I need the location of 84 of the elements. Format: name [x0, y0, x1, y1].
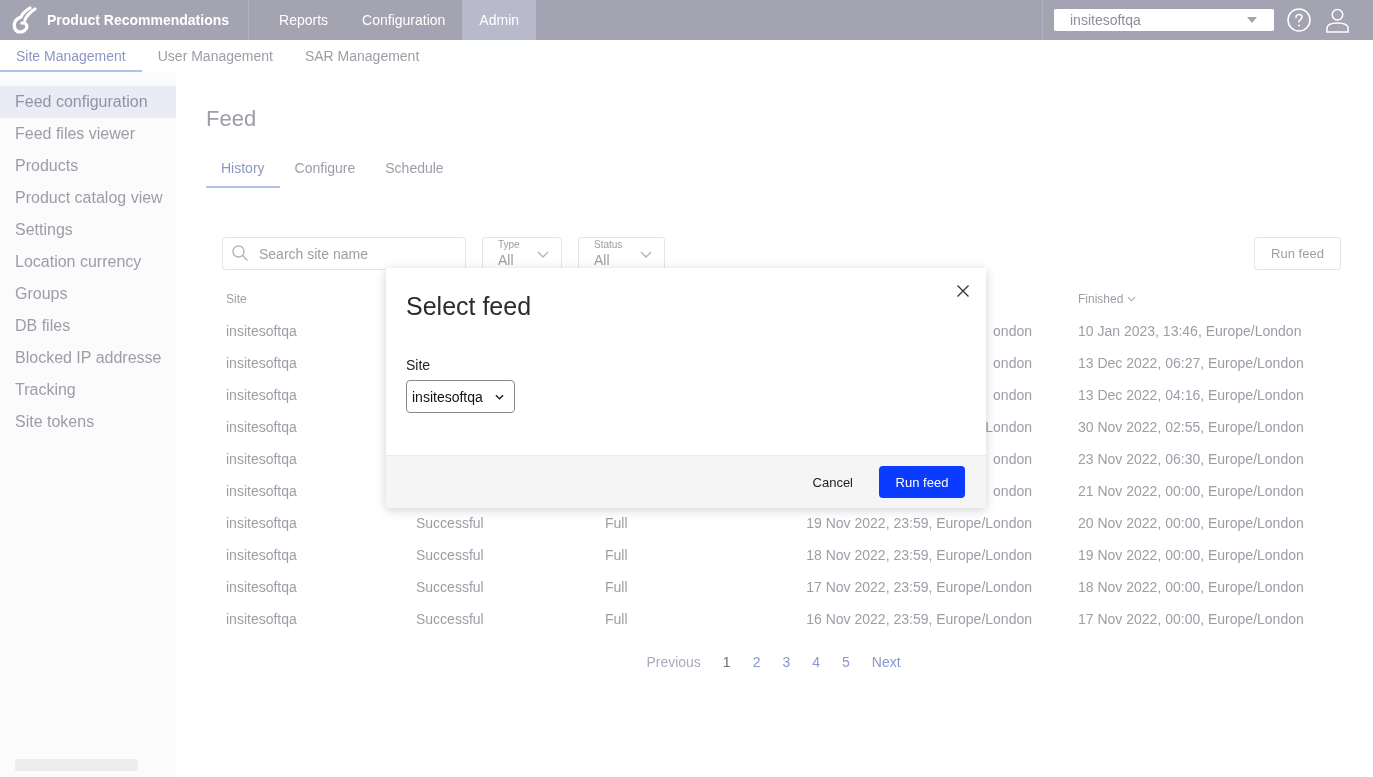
chevron-icon [640, 251, 652, 258]
table-cell: 19 Nov 2022, 00:00, Europe/London [1078, 547, 1304, 563]
cancel-button[interactable]: Cancel [800, 466, 865, 498]
table-cell: Full [605, 579, 628, 595]
sidebar-item[interactable]: Site tokens [0, 406, 176, 438]
table-cell: insitesoftqa [226, 579, 297, 595]
table-cell: ondon [993, 323, 1032, 339]
table-cell: insitesoftqa [226, 515, 297, 531]
table-cell: insitesoftqa [226, 611, 297, 627]
nav-tab[interactable]: Admin [462, 0, 537, 40]
table-cell: 13 Dec 2022, 06:27, Europe/London [1078, 355, 1304, 371]
field-label: Site [406, 356, 431, 375]
tab[interactable]: Schedule [370, 150, 459, 188]
page-link[interactable]: 2 [741, 649, 772, 675]
app-title: Product Recommendations [47, 12, 230, 28]
table-cell: 19 Nov 2022, 23:59, Europe/London [806, 515, 1032, 531]
run-feed-button[interactable]: Run feed [1254, 237, 1341, 270]
site-select[interactable]: insitesoftqa [1054, 9, 1274, 31]
table-cell: insitesoftqa [226, 355, 297, 371]
column-header[interactable]: Site [226, 292, 247, 306]
table-cell: Full [605, 611, 628, 627]
table-cell: Successful [416, 611, 484, 627]
sidebar-item[interactable]: Settings [0, 214, 176, 246]
subnav-tab[interactable]: User Management [141, 40, 289, 72]
table-cell: 30 Nov 2022, 02:55, Europe/London [1078, 419, 1304, 435]
tab[interactable]: Configure [279, 150, 371, 188]
table-cell: insitesoftqa [226, 483, 297, 499]
table-cell: 18 Nov 2022, 00:00, Europe/London [1078, 579, 1304, 595]
caret-icon [1247, 17, 1257, 23]
table-cell: 23 Nov 2022, 06:30, Europe/London [1078, 451, 1304, 467]
table-cell: 21 Nov 2022, 00:00, Europe/London [1078, 483, 1304, 499]
nav-tab[interactable]: Reports [262, 0, 346, 40]
table-cell: Full [605, 515, 628, 531]
sidebar-item[interactable]: Feed configuration [0, 86, 176, 118]
page-link[interactable]: 4 [801, 649, 832, 675]
page-link[interactable]: 3 [771, 649, 802, 675]
run-feed-button[interactable]: Run feed [879, 466, 965, 498]
page-link[interactable]: 5 [831, 649, 861, 675]
table-cell: ondon [993, 355, 1032, 371]
table-cell: ondon [993, 387, 1032, 403]
sidebar-item[interactable]: Groups [0, 278, 176, 310]
table-cell: Successful [416, 547, 484, 563]
page-link[interactable]: 1 [711, 649, 742, 675]
search-icon [232, 245, 248, 261]
sidebar-item[interactable]: Feed files viewer [0, 118, 176, 150]
search-field[interactable]: Search site name [222, 237, 466, 270]
table-cell: 17 Nov 2022, 23:59, Europe/London [806, 579, 1032, 595]
table-cell: Full [605, 547, 628, 563]
subnav-tab[interactable]: SAR Management [288, 40, 436, 72]
help-icon[interactable] [1287, 8, 1311, 32]
table-cell: Successful [416, 579, 484, 595]
sidebar-item[interactable]: Blocked IP addresse [0, 342, 176, 374]
nav-tab[interactable]: Configuration [345, 0, 463, 40]
site-select[interactable]: insitesoftqa [406, 380, 515, 413]
chevron-icon [494, 393, 504, 400]
table-cell: 13 Dec 2022, 04:16, Europe/London [1078, 387, 1304, 403]
table-cell: Successful [416, 515, 484, 531]
table-cell: ondon [993, 451, 1032, 467]
table-cell: ondon [993, 483, 1032, 499]
table-cell: insitesoftqa [226, 323, 297, 339]
table-cell: 16 Nov 2022, 23:59, Europe/London [806, 611, 1032, 627]
chevron-icon [537, 251, 549, 258]
table-cell: 10 Jan 2023, 13:46, Europe/London [1078, 323, 1302, 339]
dialog-title: Select feed [406, 291, 533, 321]
sidebar-item[interactable]: Products [0, 150, 176, 182]
table-cell: London [985, 419, 1032, 435]
page-title: Feed [206, 105, 258, 133]
table-cell: insitesoftqa [226, 451, 297, 467]
table-cell: insitesoftqa [226, 387, 297, 403]
table-cell: 18 Nov 2022, 23:59, Europe/London [806, 547, 1032, 563]
table-cell: 20 Nov 2022, 00:00, Europe/London [1078, 515, 1304, 531]
tab[interactable]: History [206, 150, 280, 188]
table-cell: insitesoftqa [226, 419, 297, 435]
sidebar-item[interactable]: Product catalog view [0, 182, 176, 214]
sort-caret-icon [1127, 296, 1137, 302]
user-icon[interactable] [1326, 7, 1349, 33]
next-link[interactable]: Next [860, 649, 912, 675]
table-cell: 17 Nov 2022, 00:00, Europe/London [1078, 611, 1304, 627]
column-header[interactable]: Finished [1078, 292, 1137, 306]
sidebar-item[interactable]: DB files [0, 310, 176, 342]
sidebar-item[interactable]: Location currency [0, 246, 176, 278]
table-cell: insitesoftqa [226, 547, 297, 563]
close-icon[interactable] [957, 285, 969, 297]
sidebar-item[interactable]: Tracking [0, 374, 176, 406]
